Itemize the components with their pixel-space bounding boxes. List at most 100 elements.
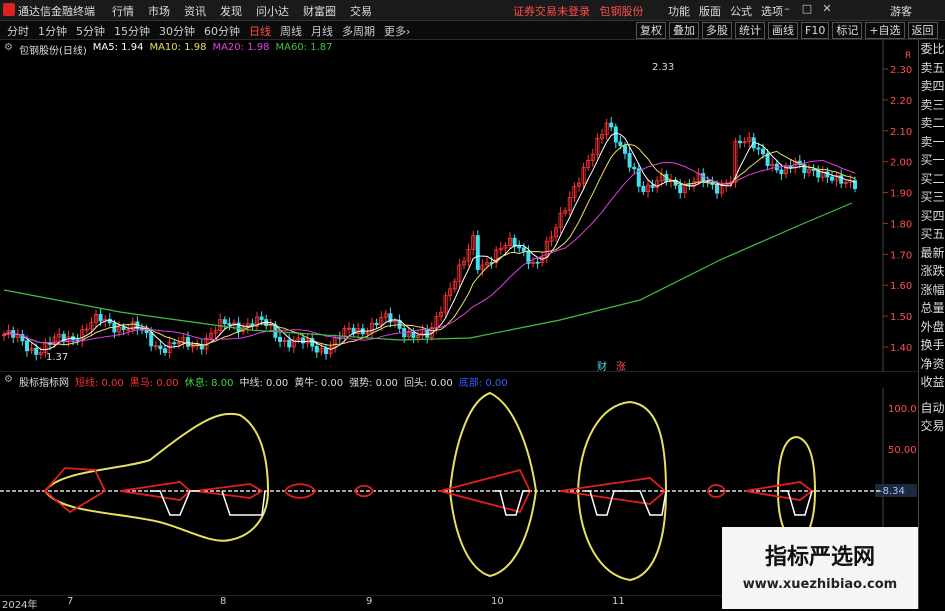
minimize-icon[interactable]: – [778,1,796,17]
quote-side-panel: 委比 卖五 卖四 卖三 卖二 卖一 买一 买二 买三 买四 买五 最新 涨跌 涨… [918,40,945,609]
menu-item-formula[interactable]: 公式 [730,3,752,19]
tab-more[interactable]: 更多› [384,23,410,39]
side-item[interactable]: 最新 [919,244,945,263]
ind-current-value: -8.34 [879,486,905,497]
ma20-value: MA20: 1.98 [212,42,270,53]
side-item[interactable]: 总量 [919,299,945,318]
tab-multi-period[interactable]: 多周期 [342,23,375,39]
menu-item-ask[interactable]: 问小达 [256,3,289,19]
draw-line-button[interactable]: 画线 [768,22,798,39]
side-item[interactable]: 外盘 [919,318,945,337]
side-item[interactable]: 自动 [919,399,945,418]
menu-item-functions[interactable]: 功能 [668,3,690,19]
main-menu: 行情 市场 资讯 发现 问小达 财富圈 交易 [112,3,372,19]
candle-body [162,348,167,353]
side-item[interactable]: 净资 [919,355,945,374]
side-item[interactable]: 卖四 [919,77,945,96]
adjust-button[interactable]: 复权 [636,22,666,39]
tab-weekly[interactable]: 周线 [280,23,302,39]
tab-15min[interactable]: 15分钟 [114,23,150,39]
mark-button[interactable]: 标记 [832,22,863,39]
side-item[interactable]: 卖三 [919,96,945,115]
price-tick-label: 1.80 [890,219,912,230]
side-item[interactable]: 交易 [919,417,945,436]
ind-short: 短线: 0.00 [74,378,124,389]
login-status[interactable]: 证券交易未登录 包钢股份 [513,3,644,19]
kline-chart[interactable]: 2.30 2.20 2.10 2.00 1.90 1.80 1.70 1.60 1.50 1.40… [0,40,945,372]
price-tick-label: 1.60 [890,281,912,292]
time-label: 10 [491,596,504,607]
candle-body [641,185,646,193]
side-item[interactable]: 买二 [919,170,945,189]
tab-60min[interactable]: 60分钟 [204,23,240,39]
back-button[interactable]: 返回 [907,22,938,39]
app-title: 通达信金融终端 [18,5,95,18]
indicator-gear-icon[interactable]: ⚙ [4,374,13,389]
current-stock-name: 包钢股份 [599,5,644,18]
ind-bottom: 底部: 0.00 [458,378,508,389]
menu-item-news[interactable]: 资讯 [184,3,206,19]
price-tick-label: 1.90 [890,189,912,200]
side-item[interactable]: 买三 [919,188,945,207]
candle-body [287,339,292,348]
time-label: 9 [366,596,373,607]
side-item[interactable]: 卖一 [919,133,945,152]
candle-body [623,145,628,154]
menu-item-market[interactable]: 市场 [148,3,170,19]
side-item[interactable]: 换手 [919,336,945,355]
yellow-envelope [43,412,270,542]
candle-body [34,347,39,355]
menu-item-discover[interactable]: 发现 [220,3,242,19]
price-tick-label: 1.70 [890,250,912,261]
candle-body [839,175,844,184]
candle-body [158,345,163,350]
period-tabs: 分时 1分钟 5分钟 15分钟 30分钟 60分钟 日线 周线 月线 多周期 更… [7,23,410,39]
candle-body [650,184,655,188]
f10-button[interactable]: F10 [801,22,830,39]
side-item[interactable]: 卖五 [919,59,945,78]
tab-intraday[interactable]: 分时 [7,23,29,39]
side-item[interactable]: 卖二 [919,114,945,133]
side-item[interactable]: 涨幅 [919,281,945,300]
candle-body [24,340,29,352]
tab-5min[interactable]: 5分钟 [76,23,105,39]
tab-30min[interactable]: 30分钟 [159,23,195,39]
watermark: 指标严选网 www.xuezhibiao.com [722,527,918,609]
ma10-value: MA10: 1.98 [149,42,207,53]
menu-item-wealth[interactable]: 财富圈 [303,3,336,19]
side-item[interactable]: 买四 [919,207,945,226]
settings-gear-icon[interactable]: ⚙ [4,42,13,57]
maximize-icon[interactable]: □ [798,1,816,17]
side-item[interactable]: 买五 [919,225,945,244]
close-icon[interactable]: ✕ [818,1,836,17]
add-watchlist-button[interactable]: +自选 [865,22,905,39]
candle-body [98,314,103,322]
candle-body [425,329,430,338]
side-item[interactable]: 委比 [919,40,945,59]
tab-monthly[interactable]: 月线 [311,23,333,39]
side-item[interactable]: 涨跌 [919,262,945,281]
price-tick-label: 2.10 [890,127,912,138]
tab-daily[interactable]: 日线 [249,23,271,39]
ma20-line [3,159,856,344]
ma60-value: MA60: 1.87 [275,42,333,53]
ind-darkhorse: 黑马: 0.00 [129,378,179,389]
multi-stock-button[interactable]: 多股 [702,22,732,39]
menu-item-quotes[interactable]: 行情 [112,3,134,19]
title-bar: 通达信金融终端 行情 市场 资讯 发现 问小达 财富圈 交易 证券交易未登录 包… [0,0,945,21]
overlay-button[interactable]: 叠加 [669,22,699,39]
candle-body [609,122,614,128]
statistics-button[interactable]: 统计 [735,22,765,39]
guest-user[interactable]: 游客 [890,3,912,19]
candle-body [830,176,835,181]
tab-1min[interactable]: 1分钟 [38,23,67,39]
right-menu: 功能 版面 公式 选项 [668,3,783,19]
side-item[interactable]: 买一 [919,151,945,170]
candle-body [323,347,328,354]
menu-item-trade[interactable]: 交易 [350,3,372,19]
menu-item-layout[interactable]: 版面 [699,3,721,19]
ind-strong: 强势: 0.00 [349,378,398,389]
white-step-line [585,490,667,516]
chart-tools: 复权 叠加 多股 统计 画线 F10 标记 +自选 返回 [636,22,938,39]
side-item[interactable]: 收益 [919,373,945,392]
